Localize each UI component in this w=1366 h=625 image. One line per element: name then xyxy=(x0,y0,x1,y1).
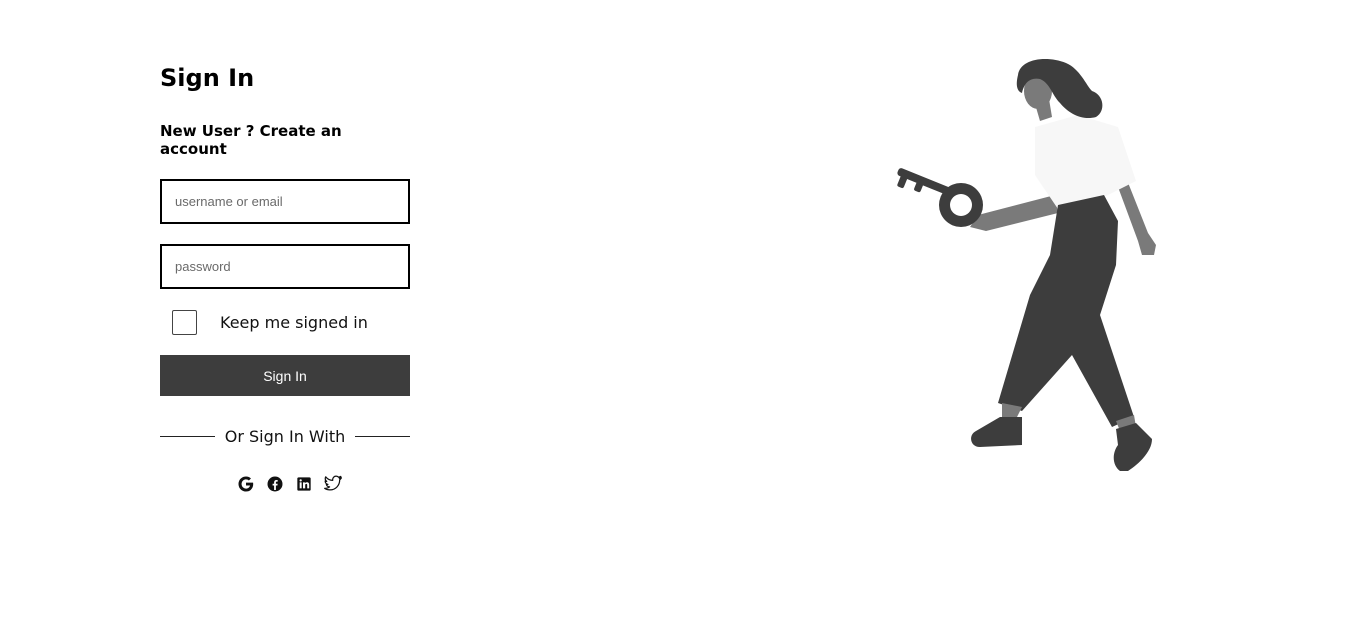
password-input[interactable] xyxy=(160,244,410,289)
social-login-icons xyxy=(160,474,410,494)
linkedin-icon[interactable] xyxy=(294,474,314,494)
remember-me-row: Keep me signed in xyxy=(160,309,410,335)
social-divider: Or Sign In With xyxy=(160,427,410,446)
sign-in-form: Sign In New User ? Create an account Kee… xyxy=(160,62,410,494)
create-account-link[interactable]: New User ? Create an account xyxy=(160,122,410,158)
remember-me-label: Keep me signed in xyxy=(220,312,368,332)
sign-in-button[interactable]: Sign In xyxy=(160,355,410,396)
facebook-icon[interactable] xyxy=(265,474,285,494)
username-input[interactable] xyxy=(160,179,410,224)
remember-me-checkbox[interactable] xyxy=(172,309,197,335)
woman-holding-key-illustration xyxy=(897,59,1156,471)
create-account-text[interactable]: New User ? Create an account xyxy=(160,122,342,158)
divider-line-left xyxy=(160,435,215,438)
page-title: Sign In xyxy=(160,64,255,92)
twitter-icon[interactable] xyxy=(323,474,343,494)
sign-in-page: Sign In New User ? Create an account Kee… xyxy=(0,0,1366,625)
divider-text: Or Sign In With xyxy=(224,427,346,446)
google-icon[interactable] xyxy=(236,474,256,494)
divider-line-right xyxy=(355,435,410,438)
